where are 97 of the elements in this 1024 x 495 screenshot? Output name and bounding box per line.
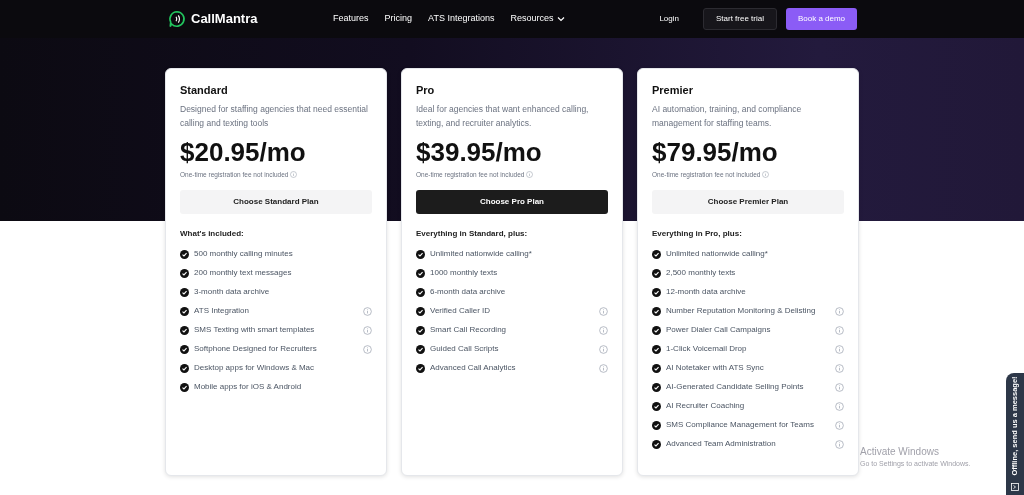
check-icon bbox=[652, 363, 661, 373]
feature-text: ATS Integration bbox=[194, 305, 249, 318]
info-icon bbox=[363, 306, 372, 316]
check-icon bbox=[180, 325, 189, 335]
feature-text: 6-month data archive bbox=[430, 286, 506, 299]
start-trial-button[interactable]: Start free trial bbox=[703, 8, 777, 30]
check-icon bbox=[180, 344, 189, 354]
info-icon bbox=[762, 171, 770, 179]
chat-icon bbox=[1011, 483, 1019, 491]
chevron-down-icon bbox=[557, 16, 566, 22]
feature-text: Mobile apps for iOS & Android bbox=[194, 381, 302, 394]
feature-text: 3-month data archive bbox=[194, 286, 270, 299]
check-icon bbox=[180, 249, 189, 259]
feature-text: Desktop apps for Windows & Mac bbox=[194, 362, 315, 375]
info-icon bbox=[835, 344, 844, 354]
check-icon bbox=[416, 287, 425, 297]
feature-text: AI Recruiter Coaching bbox=[666, 400, 745, 413]
check-icon bbox=[180, 306, 189, 316]
check-icon bbox=[652, 344, 661, 354]
info-icon bbox=[599, 363, 608, 373]
book-demo-button[interactable]: Book a demo bbox=[786, 8, 857, 30]
check-icon bbox=[652, 382, 661, 392]
check-icon bbox=[416, 363, 425, 373]
info-icon bbox=[835, 382, 844, 392]
feature-text: Unlimited nationwide calling* bbox=[430, 248, 532, 261]
check-icon bbox=[180, 268, 189, 278]
check-icon bbox=[416, 306, 425, 316]
plan-price: $79.95/mo bbox=[652, 136, 779, 168]
info-icon bbox=[363, 344, 372, 354]
feature-text: Verified Caller ID bbox=[430, 305, 491, 318]
check-icon bbox=[180, 382, 189, 392]
feature-text: Smart Call Recording bbox=[430, 324, 507, 337]
feature-text: Unlimited nationwide calling* bbox=[666, 248, 768, 261]
features-heading: Everything in Pro, plus: bbox=[652, 227, 743, 240]
check-icon bbox=[652, 420, 661, 430]
info-icon bbox=[599, 344, 608, 354]
feature-text: 1000 monthly texts bbox=[430, 267, 498, 280]
features-heading: What's included: bbox=[180, 227, 245, 240]
choose-plan-button[interactable]: Choose Premier Plan bbox=[652, 189, 844, 214]
info-icon bbox=[835, 363, 844, 373]
logo-icon bbox=[168, 10, 186, 28]
nav-link[interactable]: Resources bbox=[510, 12, 566, 26]
info-icon bbox=[599, 325, 608, 335]
plan-price: $20.95/mo bbox=[180, 136, 307, 168]
check-icon bbox=[652, 249, 661, 259]
check-icon bbox=[416, 268, 425, 278]
plan-description: AI automation, training, and compliance management for staffing teams. bbox=[652, 103, 803, 130]
choose-plan-button[interactable]: Choose Standard Plan bbox=[180, 189, 372, 214]
info-icon bbox=[835, 325, 844, 335]
feature-text: Guided Call Scripts bbox=[430, 343, 499, 356]
check-icon bbox=[652, 306, 661, 316]
check-icon bbox=[652, 287, 661, 297]
brand-name: CallMantra bbox=[191, 10, 258, 29]
check-icon bbox=[652, 439, 661, 449]
feature-text: 500 monthly calling minutes bbox=[194, 248, 293, 261]
info-icon bbox=[290, 171, 298, 179]
feature-text: Power Dialer Call Campaigns bbox=[666, 324, 771, 337]
plan-price: $39.95/mo bbox=[416, 136, 543, 168]
check-icon bbox=[416, 344, 425, 354]
check-icon bbox=[652, 401, 661, 411]
feature-text: Softphone Designed for Recruiters bbox=[194, 343, 317, 356]
feature-text: 12-month data archive bbox=[666, 286, 746, 299]
check-icon bbox=[416, 249, 425, 259]
feature-text: Advanced Team Administration bbox=[666, 438, 776, 451]
plan-title: Premier bbox=[652, 83, 694, 97]
feature-text: AI-Generated Candidate Selling Points bbox=[666, 381, 804, 394]
info-icon bbox=[835, 306, 844, 316]
plan-title: Pro bbox=[416, 83, 436, 97]
check-icon bbox=[652, 268, 661, 278]
info-icon bbox=[599, 306, 608, 316]
check-icon bbox=[180, 363, 189, 373]
nav-link[interactable]: Pricing bbox=[384, 12, 413, 26]
check-icon bbox=[652, 325, 661, 335]
feature-text: 200 monthly text messages bbox=[194, 267, 292, 280]
plan-description: Designed for staffing agencies that need essential calling and texting tools bbox=[180, 103, 369, 130]
feature-text: Advanced Call Analytics bbox=[430, 362, 516, 375]
features-heading: Everything in Standard, plus: bbox=[416, 227, 529, 240]
nav-link[interactable]: Features bbox=[333, 12, 369, 26]
info-icon bbox=[526, 171, 534, 179]
plan-title: Standard bbox=[180, 83, 229, 97]
feature-text: Number Reputation Monitoring & Delisting bbox=[666, 305, 816, 318]
os-notice-title: Activate Windows bbox=[860, 445, 940, 459]
info-icon bbox=[835, 420, 844, 430]
choose-plan-button[interactable]: Choose Pro Plan bbox=[416, 189, 608, 214]
login-link[interactable]: Login bbox=[659, 13, 679, 25]
check-icon bbox=[416, 325, 425, 335]
nav-link[interactable]: ATS Integrations bbox=[428, 12, 495, 26]
info-icon bbox=[835, 401, 844, 411]
feature-text: SMS Compliance Management for Teams bbox=[666, 419, 814, 432]
info-icon bbox=[363, 325, 372, 335]
info-icon bbox=[835, 439, 844, 449]
feature-text: SMS Texting with smart templates bbox=[194, 324, 315, 337]
plan-description: Ideal for agencies that want enhanced calling, texting, and recruiter analytics. bbox=[416, 103, 590, 130]
feature-text: 2,500 monthly texts bbox=[666, 267, 736, 280]
feature-text: 1-Click Voicemail Drop bbox=[666, 343, 747, 356]
check-icon bbox=[180, 287, 189, 297]
feature-text: AI Notetaker with ATS Sync bbox=[666, 362, 764, 375]
